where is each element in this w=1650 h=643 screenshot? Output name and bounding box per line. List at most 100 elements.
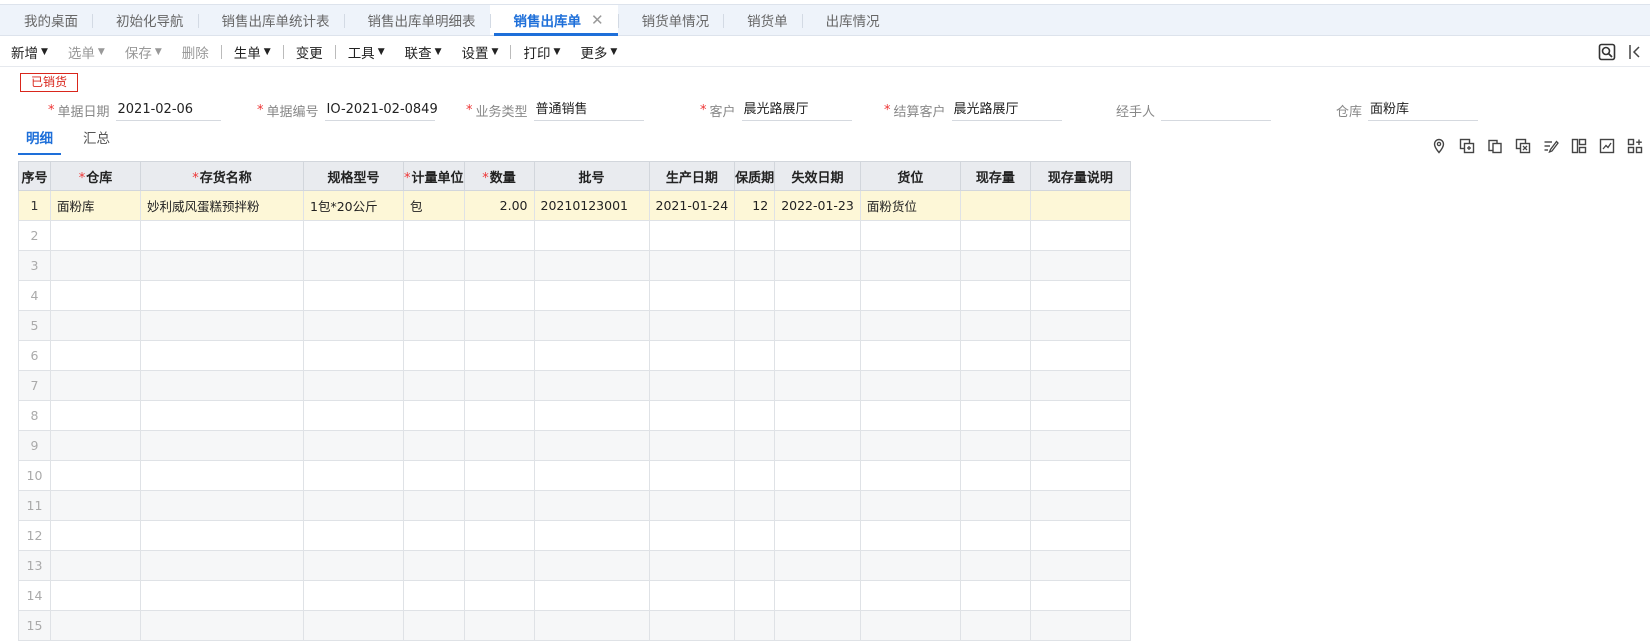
column-header[interactable]: 现存量 (959, 161, 1031, 191)
grid-cell[interactable] (50, 550, 141, 581)
grid-cell[interactable] (859, 520, 961, 551)
table-row[interactable]: 9 (18, 430, 1131, 461)
grid-cell[interactable] (50, 490, 141, 521)
add-row-icon[interactable] (1458, 137, 1476, 155)
tab-3[interactable]: 销售出库单明细表 (343, 5, 490, 35)
grid-cell[interactable] (774, 610, 861, 641)
delete-button[interactable]: 删除 (182, 42, 209, 62)
tab-0[interactable]: 我的桌面 (0, 5, 92, 35)
table-row[interactable]: 3 (18, 250, 1131, 281)
grid-cell[interactable] (533, 460, 650, 491)
grid-cell[interactable] (463, 250, 535, 281)
grid-cell[interactable] (533, 220, 650, 251)
link-query-button[interactable]: 联查 ▼ (405, 42, 442, 62)
delete-row-icon[interactable] (1514, 137, 1532, 155)
grid-cell[interactable] (734, 550, 776, 581)
grid-cell[interactable] (959, 220, 1031, 251)
grid-cell[interactable] (734, 310, 776, 341)
grid-cell[interactable] (774, 580, 861, 611)
grid-cell[interactable] (303, 610, 404, 641)
grid-cell[interactable] (859, 430, 961, 461)
tab-2[interactable]: 销售出库单统计表 (197, 5, 344, 35)
grid-cell[interactable] (463, 490, 535, 521)
grid-cell[interactable] (859, 340, 961, 371)
grid-cell[interactable] (403, 250, 465, 281)
grid-cell[interactable] (303, 520, 404, 551)
grid-cell[interactable] (648, 550, 736, 581)
generate-button[interactable]: 生单 ▼ (234, 42, 271, 62)
grid-cell[interactable] (734, 460, 776, 491)
grid-cell[interactable] (959, 310, 1031, 341)
copy-row-icon[interactable] (1486, 137, 1504, 155)
select-button[interactable]: 选单 ▼ (68, 42, 105, 62)
grid-cell[interactable] (1029, 460, 1131, 491)
grid-cell[interactable] (734, 490, 776, 521)
grid-cell[interactable] (774, 220, 861, 251)
grid-cell[interactable] (140, 250, 304, 281)
grid-cell[interactable] (734, 220, 776, 251)
layout-icon[interactable] (1570, 137, 1588, 155)
tab-detail[interactable]: 明细 (18, 128, 61, 155)
grid-cell[interactable] (859, 490, 961, 521)
column-header[interactable]: 失效日期 (774, 161, 861, 191)
grid-cell[interactable] (403, 430, 465, 461)
grid-cell[interactable] (774, 520, 861, 551)
tab-6[interactable]: 销货单 (723, 5, 802, 35)
grid-cell[interactable] (140, 310, 304, 341)
grid-cell[interactable] (1029, 400, 1131, 431)
grid-cell[interactable] (463, 430, 535, 461)
grid-cell[interactable] (648, 280, 736, 311)
grid-cell[interactable] (959, 280, 1031, 311)
location-icon[interactable] (1430, 137, 1448, 155)
grid-cell[interactable] (959, 400, 1031, 431)
grid-cell[interactable] (1029, 610, 1131, 641)
grid-cell[interactable] (50, 310, 141, 341)
grid-cell[interactable] (533, 370, 650, 401)
grid-cell[interactable]: 面粉货位 (859, 190, 961, 221)
table-row[interactable]: 4 (18, 280, 1131, 311)
grid-cell[interactable] (463, 340, 535, 371)
grid-cell[interactable] (648, 220, 736, 251)
table-row[interactable]: 2 (18, 220, 1131, 251)
column-header[interactable]: 批号 (533, 161, 650, 191)
grid-cell[interactable]: 包 (403, 190, 465, 221)
grid-cell[interactable] (648, 310, 736, 341)
grid-cell[interactable] (303, 250, 404, 281)
grid-cell[interactable] (1029, 550, 1131, 581)
grid-cell[interactable] (50, 400, 141, 431)
grid-cell[interactable]: 妙利威风蛋糕预拌粉 (140, 190, 304, 221)
grid-settings-icon[interactable] (1626, 137, 1644, 155)
grid-cell[interactable] (403, 550, 465, 581)
table-row[interactable]: 5 (18, 310, 1131, 341)
grid-cell[interactable] (774, 430, 861, 461)
tab-1[interactable]: 初始化导航 (92, 5, 198, 35)
grid-cell[interactable] (774, 490, 861, 521)
grid-cell[interactable] (1029, 220, 1131, 251)
grid-cell[interactable] (140, 220, 304, 251)
grid-cell[interactable] (734, 610, 776, 641)
grid-cell[interactable] (734, 280, 776, 311)
grid-cell[interactable] (50, 220, 141, 251)
settle-customer-input[interactable]: 晨光路展厅 (951, 99, 1062, 121)
grid-cell[interactable]: 20210123001 (533, 190, 650, 221)
grid-cell[interactable] (774, 340, 861, 371)
tools-button[interactable]: 工具 ▼ (348, 42, 385, 62)
grid-cell[interactable] (303, 490, 404, 521)
grid-cell[interactable] (140, 280, 304, 311)
more-button[interactable]: 更多 ▼ (580, 42, 617, 62)
grid-cell[interactable]: 12 (734, 190, 776, 221)
settings-button[interactable]: 设置 ▼ (462, 42, 499, 62)
grid-cell[interactable] (774, 310, 861, 341)
grid-cell[interactable] (303, 280, 404, 311)
new-button[interactable]: 新增 ▼ (11, 42, 48, 62)
table-row[interactable]: 15 (18, 610, 1131, 641)
collapse-icon[interactable] (1628, 43, 1642, 65)
grid-cell[interactable] (774, 280, 861, 311)
warehouse-input[interactable]: 面粉库 (1368, 99, 1479, 121)
grid-cell[interactable] (533, 430, 650, 461)
grid-cell[interactable] (533, 340, 650, 371)
grid-cell[interactable] (734, 340, 776, 371)
biz-type-select[interactable]: 普通销售 (533, 99, 644, 121)
grid-cell[interactable] (648, 430, 736, 461)
grid-cell[interactable] (959, 190, 1031, 221)
